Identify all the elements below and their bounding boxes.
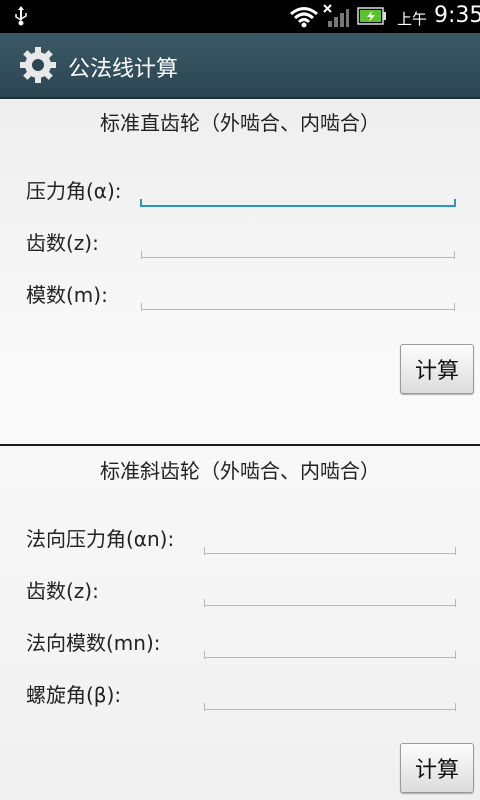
spur-calculate-button[interactable]: 计算 [400,344,474,394]
wifi-icon [289,6,319,32]
helical-teeth-underline [204,599,456,607]
signal-icon [322,3,350,33]
status-bar: 上午 9:35 [0,0,480,33]
helical-teeth-label: 齿数(z): [26,579,99,603]
pressure-angle-underline [140,199,456,207]
normal-pressure-angle-underline [204,547,456,555]
spur-section-title: 标准直齿轮（外啮合、内啮合） [100,111,380,135]
helix-angle-underline [204,703,456,711]
app-title: 公法线计算 [68,57,179,82]
normal-module-underline [204,651,456,659]
helix-angle-label: 螺旋角(β): [26,683,122,707]
clock-ampm: 上午 [397,10,428,28]
module-underline [141,303,455,311]
pressure-angle-label: 压力角(α): [26,179,122,203]
teeth-underline [141,251,455,259]
teeth-label: 齿数(z): [26,231,99,255]
module-label: 模数(m): [26,283,108,307]
title-bar: 公法线计算 [0,33,480,99]
content-area: 标准直齿轮（外啮合、内啮合） 压力角(α): 齿数(z): 模数(m): 计算 … [0,99,480,800]
section-divider [0,444,480,446]
normal-module-label: 法向模数(mn): [26,631,161,655]
gear-icon [18,45,58,89]
helical-calculate-button[interactable]: 计算 [400,743,474,793]
usb-icon [14,6,28,30]
normal-pressure-angle-label: 法向压力角(αn): [26,527,175,551]
helical-section-title: 标准斜齿轮（外啮合、内啮合） [100,459,380,483]
clock-time: 9:35 [434,3,480,28]
battery-icon [357,7,387,29]
